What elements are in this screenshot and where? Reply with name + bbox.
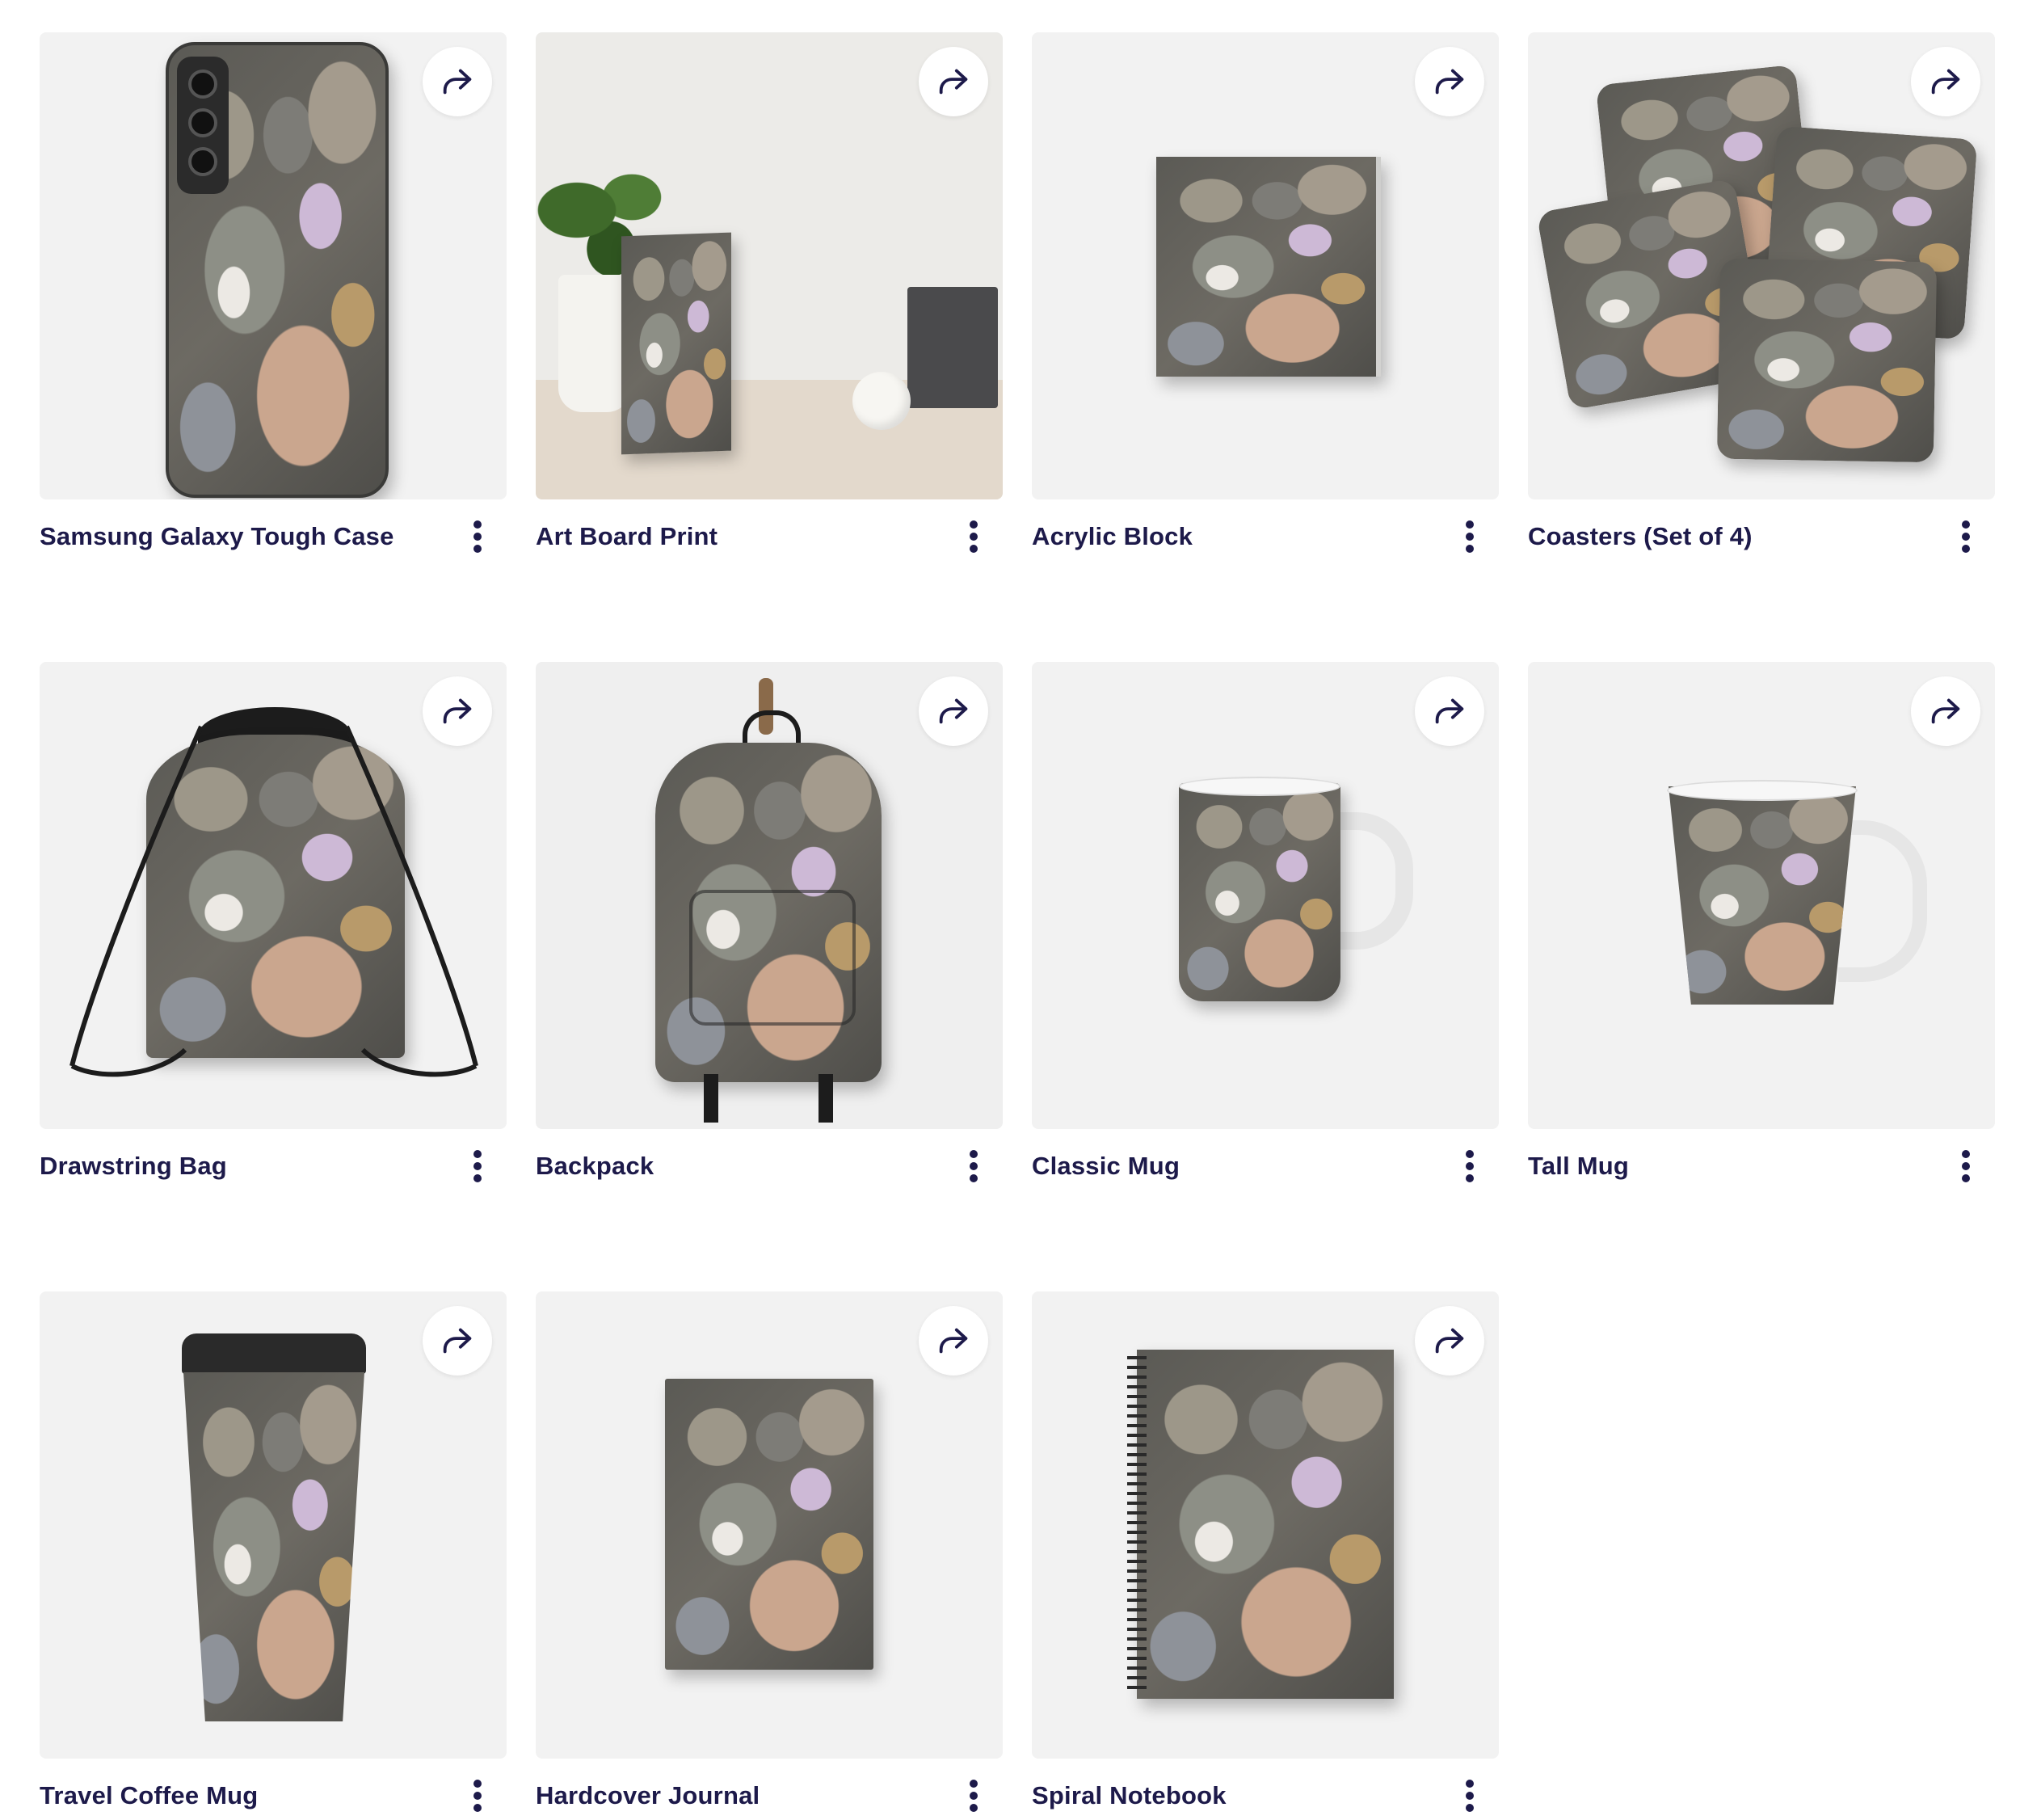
camera-module <box>177 57 229 194</box>
plant-pot <box>558 275 631 412</box>
more-options-button[interactable] <box>461 512 494 561</box>
spiral-binding <box>1127 1356 1147 1692</box>
tall-mug-handle <box>1838 820 1927 982</box>
product-card[interactable]: Classic Mug <box>1032 662 1499 1190</box>
yarn-ball <box>852 372 911 430</box>
share-icon <box>1931 698 1960 724</box>
notebook-art <box>1137 1350 1394 1699</box>
more-vertical-icon <box>970 1150 978 1182</box>
share-icon <box>1435 698 1464 724</box>
backpack-strap-left <box>704 1074 718 1123</box>
more-options-button[interactable] <box>1454 1142 1486 1190</box>
product-card[interactable]: Drawstring Bag <box>40 662 507 1190</box>
more-options-button[interactable] <box>1950 1142 1982 1190</box>
more-options-button[interactable] <box>957 1142 990 1190</box>
product-title[interactable]: Samsung Galaxy Tough Case <box>40 522 394 551</box>
backpack-strap-right <box>819 1074 833 1123</box>
more-vertical-icon <box>1466 1150 1474 1182</box>
share-button[interactable] <box>1415 47 1484 116</box>
product-title[interactable]: Coasters (Set of 4) <box>1528 522 1753 551</box>
share-button[interactable] <box>423 1306 492 1376</box>
acrylic-block-art <box>1156 157 1381 377</box>
more-vertical-icon <box>970 520 978 553</box>
more-options-button[interactable] <box>957 1772 990 1820</box>
product-card[interactable]: Travel Coffee Mug <box>40 1291 507 1820</box>
share-button[interactable] <box>919 47 988 116</box>
product-image-tall-mug[interactable] <box>1528 662 1995 1129</box>
product-card[interactable]: Samsung Galaxy Tough Case <box>40 32 507 561</box>
product-title[interactable]: Backpack <box>536 1152 654 1181</box>
product-image-classic-mug[interactable] <box>1032 662 1499 1129</box>
share-icon <box>443 69 472 95</box>
product-image-backpack[interactable] <box>536 662 1003 1129</box>
product-image-travel-mug[interactable] <box>40 1291 507 1759</box>
product-title[interactable]: Drawstring Bag <box>40 1152 227 1181</box>
product-title[interactable]: Travel Coffee Mug <box>40 1781 258 1810</box>
more-vertical-icon <box>1962 520 1970 553</box>
share-icon <box>443 1328 472 1354</box>
product-image-spiral-notebook[interactable] <box>1032 1291 1499 1759</box>
art-board-art <box>621 232 731 455</box>
backpack-pocket <box>689 890 856 1026</box>
share-icon <box>939 1328 968 1354</box>
share-button[interactable] <box>919 676 988 746</box>
product-grid: Samsung Galaxy Tough Case Art Board Prin… <box>40 32 1995 1820</box>
product-card[interactable]: Backpack <box>536 662 1003 1190</box>
pencil-holder <box>907 287 998 408</box>
product-title[interactable]: Tall Mug <box>1528 1152 1629 1181</box>
product-title[interactable]: Acrylic Block <box>1032 522 1193 551</box>
share-button[interactable] <box>1911 47 1980 116</box>
share-button[interactable] <box>1415 1306 1484 1376</box>
product-image-acrylic-block[interactable] <box>1032 32 1499 499</box>
share-button[interactable] <box>1911 676 1980 746</box>
coaster-4 <box>1716 258 1938 463</box>
product-image-coasters[interactable] <box>1528 32 1995 499</box>
share-icon <box>939 69 968 95</box>
more-options-button[interactable] <box>1454 512 1486 561</box>
more-options-button[interactable] <box>957 512 990 561</box>
journal-art <box>665 1379 873 1670</box>
product-title[interactable]: Spiral Notebook <box>1032 1781 1227 1810</box>
product-card[interactable]: Tall Mug <box>1528 662 1995 1190</box>
more-vertical-icon <box>473 1150 482 1182</box>
more-vertical-icon <box>473 520 482 553</box>
product-card[interactable]: Spiral Notebook <box>1032 1291 1499 1820</box>
more-vertical-icon <box>1466 1780 1474 1812</box>
more-vertical-icon <box>1466 520 1474 553</box>
product-title[interactable]: Art Board Print <box>536 522 718 551</box>
mug-rim <box>1179 777 1340 796</box>
product-card[interactable]: Coasters (Set of 4) <box>1528 32 1995 561</box>
share-button[interactable] <box>423 47 492 116</box>
share-button[interactable] <box>1415 676 1484 746</box>
more-vertical-icon <box>473 1780 482 1812</box>
product-image-drawstring-bag[interactable] <box>40 662 507 1129</box>
more-vertical-icon <box>970 1780 978 1812</box>
share-icon <box>939 698 968 724</box>
travel-mug-art <box>183 1372 364 1721</box>
share-icon <box>443 698 472 724</box>
more-options-button[interactable] <box>1454 1772 1486 1820</box>
travel-mug-lid <box>182 1333 366 1374</box>
classic-mug-art <box>1179 783 1340 1001</box>
product-title[interactable]: Hardcover Journal <box>536 1781 760 1810</box>
share-icon <box>1435 69 1464 95</box>
share-icon <box>1931 69 1960 95</box>
more-options-button[interactable] <box>461 1142 494 1190</box>
more-vertical-icon <box>1962 1150 1970 1182</box>
share-button[interactable] <box>919 1306 988 1376</box>
tall-mug-art <box>1669 786 1856 1005</box>
product-image-hardcover-journal[interactable] <box>536 1291 1003 1759</box>
tall-mug-rim <box>1667 780 1858 801</box>
product-image-art-board[interactable] <box>536 32 1003 499</box>
product-card[interactable]: Acrylic Block <box>1032 32 1499 561</box>
more-options-button[interactable] <box>1950 512 1982 561</box>
mug-handle <box>1332 812 1413 950</box>
product-title[interactable]: Classic Mug <box>1032 1152 1180 1181</box>
share-icon <box>1435 1328 1464 1354</box>
more-options-button[interactable] <box>461 1772 494 1820</box>
product-image-phone-case[interactable] <box>40 32 507 499</box>
product-card[interactable]: Hardcover Journal <box>536 1291 1003 1820</box>
share-button[interactable] <box>423 676 492 746</box>
product-card[interactable]: Art Board Print <box>536 32 1003 561</box>
